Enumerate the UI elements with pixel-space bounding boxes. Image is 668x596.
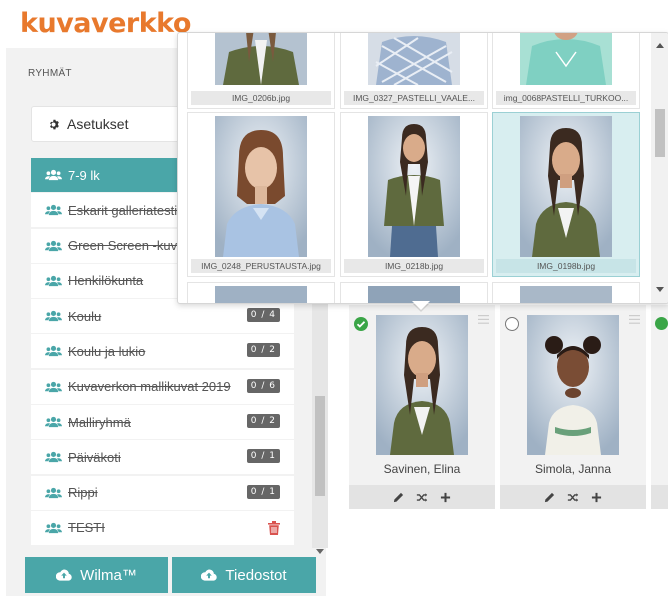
popup-scrollbar[interactable] [651, 33, 668, 303]
gear-icon [50, 119, 59, 129]
users-icon [45, 275, 62, 286]
image-thumbnail[interactable]: IMG_0248_PERUSTAUSTA.jpg [187, 112, 335, 277]
files-button-label: Tiedostot [225, 566, 287, 584]
trash-icon[interactable] [268, 520, 280, 535]
thumbnail-image [368, 33, 460, 85]
scrollbar-thumb[interactable] [315, 396, 325, 496]
student-card[interactable]: Savinen, Elina [349, 305, 495, 509]
card-toolbar [349, 485, 495, 509]
photo-count-badge: 0 / 2 [246, 414, 280, 429]
users-icon [45, 205, 62, 216]
users-icon [45, 522, 62, 534]
group-item-testi[interactable]: TESTI [31, 510, 294, 545]
selected-check-icon[interactable] [354, 317, 368, 331]
groups-heading: RYHMÄT [28, 68, 72, 79]
image-thumbnail[interactable]: img_0068PASTELLI_TURKOO... [492, 33, 640, 109]
student-name: Savinen, Elina [383, 462, 461, 476]
thumbnail-caption: IMG_0327_PASTELLI_VAALE... [344, 91, 484, 105]
card-toolbar [500, 485, 646, 509]
users-icon [45, 452, 62, 463]
scroll-down-arrow[interactable] [656, 287, 664, 292]
group-item-rippi[interactable]: Rippi 0 / 1 [31, 475, 294, 510]
group-label: Päiväkoti [68, 449, 121, 465]
group-label: Kuvaverkon mallikuvat 2019 [68, 379, 231, 395]
card-toolbar [651, 485, 668, 509]
users-icon [45, 487, 62, 498]
thumbnail-caption: img_0068PASTELLI_TURKOO... [496, 91, 636, 105]
group-label: Rippi [68, 485, 98, 501]
group-label: TESTI [68, 520, 105, 536]
thumbnail-caption: IMG_0206b.jpg [191, 91, 331, 105]
thumbnail-image [520, 286, 612, 303]
photo-count-badge: 0 / 1 [246, 484, 280, 499]
group-label: Eskarit galleriatesti [68, 202, 178, 218]
users-icon [45, 381, 62, 392]
group-item-koulu-ja-lukio[interactable]: Koulu ja lukio 0 / 2 [31, 334, 294, 369]
users-icon [45, 169, 62, 181]
thumbnail-image [520, 116, 612, 257]
group-label: Koulu [68, 308, 102, 324]
student-card-partial[interactable] [651, 305, 668, 509]
plus-icon[interactable] [591, 492, 602, 503]
scroll-up-arrow[interactable] [656, 43, 664, 48]
student-name: Simola, Janna [534, 462, 612, 476]
group-item-kuvaverkon-mallikuvat[interactable]: Kuvaverkon mallikuvat 2019 0 / 6 [31, 369, 294, 404]
users-icon [45, 240, 62, 251]
thumbnail-image [368, 116, 460, 257]
files-button[interactable]: Tiedostot [172, 557, 316, 593]
group-label: Henkilökunta [68, 273, 144, 289]
photo-count-badge: 0 / 4 [246, 308, 280, 323]
menu-lines-icon[interactable] [629, 315, 640, 324]
group-label: Malliryhmä [68, 414, 131, 430]
image-thumbnail[interactable]: IMG_0206b.jpg [187, 33, 335, 109]
wilma-button-label: Wilma™ [80, 566, 137, 584]
pencil-icon[interactable] [393, 492, 404, 503]
shuffle-icon[interactable] [567, 492, 579, 503]
photo-count-badge: 0 / 2 [246, 343, 280, 358]
kuvaverkko-logo[interactable]: kuvaverkko [20, 8, 191, 39]
image-thumbnail[interactable] [492, 282, 640, 303]
thumbnail-caption: IMG_0198b.jpg [496, 259, 636, 273]
shuffle-icon[interactable] [416, 492, 428, 503]
thumbnail-image [215, 286, 307, 303]
image-picker-popup: IMG_0206b.jpg IMG_0327_PASTELLI_VAALE...… [177, 32, 668, 304]
thumbnail-caption: IMG_0218b.jpg [344, 259, 484, 273]
student-photo[interactable] [376, 315, 468, 455]
selected-check-icon[interactable] [655, 317, 668, 330]
group-item-malliryhma[interactable]: Malliryhmä 0 / 2 [31, 405, 294, 440]
thumbnail-image [215, 116, 307, 257]
settings-button[interactable]: Asetukset [31, 106, 183, 142]
popup-caret [412, 301, 430, 310]
users-icon [45, 416, 62, 428]
cloud-upload-icon [201, 569, 218, 581]
photo-count-badge: 0 / 1 [246, 449, 280, 464]
users-icon [45, 311, 62, 322]
group-label: Koulu ja lukio [68, 343, 146, 359]
group-item-koulu[interactable]: Koulu 0 / 4 [31, 299, 294, 334]
wilma-button[interactable]: Wilma™ [25, 557, 168, 593]
scrollbar-thumb[interactable] [655, 109, 665, 157]
users-icon [45, 346, 62, 357]
group-item-paivakoti[interactable]: Päiväkoti 0 / 1 [31, 440, 294, 475]
unselected-check-icon[interactable] [505, 317, 519, 331]
image-thumbnail[interactable]: IMG_0327_PASTELLI_VAALE... [340, 33, 488, 109]
image-thumbnail[interactable] [187, 282, 335, 303]
thumbnail-image [520, 33, 612, 85]
image-thumbnail-selected[interactable]: IMG_0198b.jpg [492, 112, 640, 277]
photo-count-badge: 0 / 6 [246, 378, 280, 393]
pencil-icon[interactable] [544, 492, 555, 503]
cloud-upload-icon [56, 569, 72, 581]
group-label: Green Screen -kuva [68, 238, 185, 254]
settings-label: Asetukset [67, 116, 129, 132]
thumbnail-image [215, 33, 307, 85]
image-thumbnail[interactable]: IMG_0218b.jpg [340, 112, 488, 277]
student-photo[interactable] [527, 315, 619, 455]
menu-lines-icon[interactable] [478, 315, 489, 324]
group-label: 7-9 lk [68, 167, 100, 183]
thumbnail-caption: IMG_0248_PERUSTAUSTA.jpg [191, 259, 331, 273]
student-card[interactable]: Simola, Janna [500, 305, 646, 509]
plus-icon[interactable] [440, 492, 451, 503]
scroll-down-arrow[interactable] [316, 549, 324, 554]
